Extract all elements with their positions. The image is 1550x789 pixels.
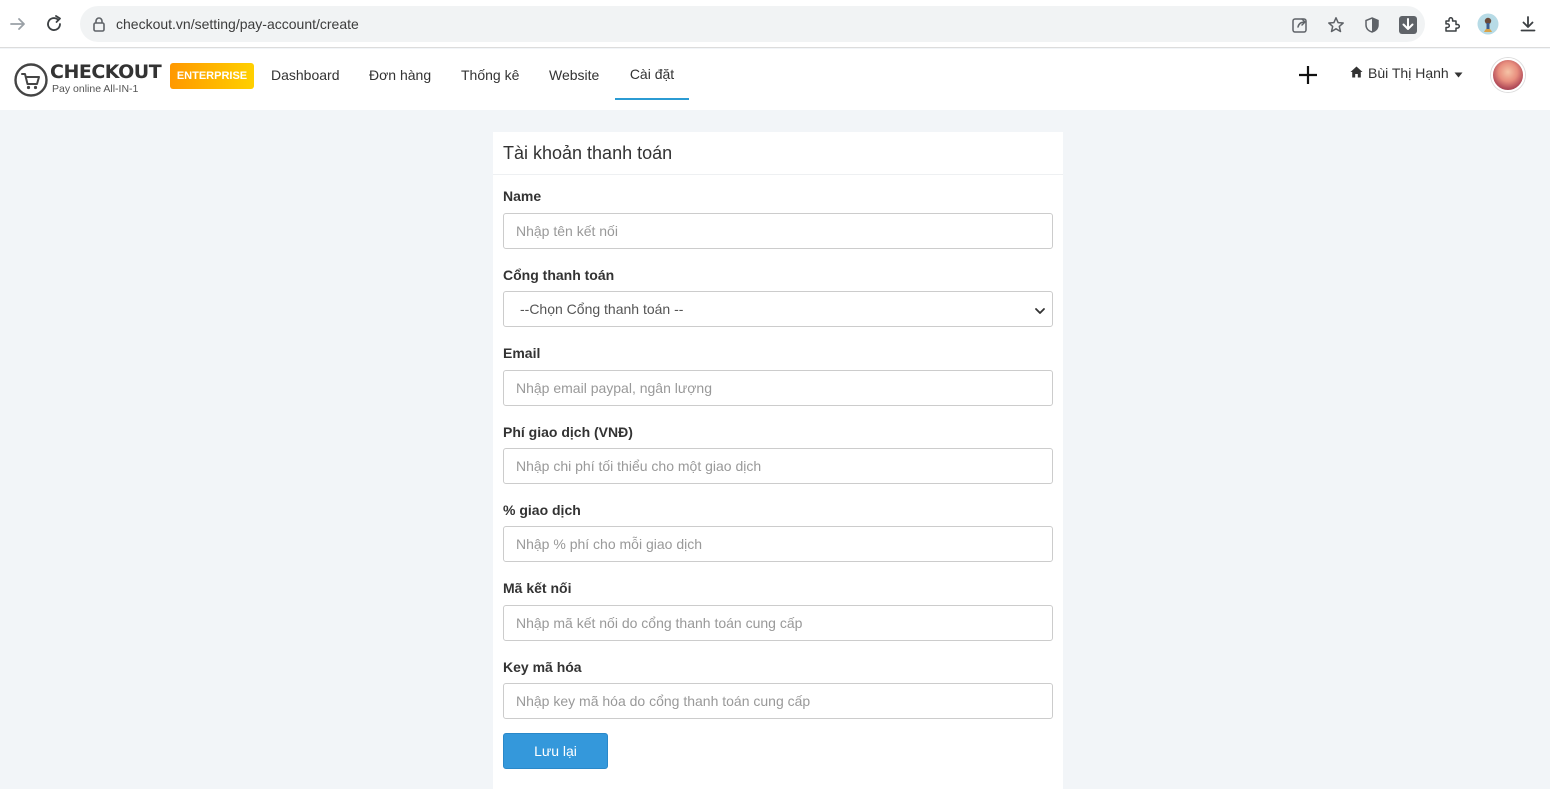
star-icon[interactable] [1326, 15, 1346, 35]
checkout-logo[interactable]: CHECKOUT Pay online All-IN-1 [14, 61, 162, 99]
code-label: Mã kết nối [503, 580, 572, 596]
logo-brand: CHECKOUT [50, 61, 162, 83]
nav-cai-dat[interactable]: Cài đặt [615, 49, 689, 100]
puzzle-icon[interactable] [1440, 12, 1464, 36]
address-url[interactable]: checkout.vn/setting/pay-account/create [116, 16, 359, 32]
name-input[interactable] [503, 213, 1053, 249]
lock-icon[interactable] [90, 15, 108, 33]
home-icon [1350, 65, 1363, 81]
reload-icon[interactable] [42, 12, 66, 36]
download-ext-icon[interactable] [1398, 15, 1418, 35]
app-header: CHECKOUT Pay online All-IN-1 ENTERPRISE … [0, 49, 1550, 110]
card-title: Tài khoản thanh toán [503, 143, 673, 163]
nav-don-hang[interactable]: Đơn hàng [369, 49, 431, 100]
logo-tagline: Pay online All-IN-1 [52, 83, 139, 95]
fee-label: Phí giao dịch (VNĐ) [503, 424, 633, 440]
pay-account-card: Tài khoản thanh toán Name Cổng thanh toá… [493, 132, 1063, 789]
browser-toolbar: checkout.vn/setting/pay-account/create [0, 0, 1550, 48]
add-icon[interactable] [1297, 64, 1319, 86]
name-label: Name [503, 188, 542, 204]
user-menu[interactable]: Bùi Thị Hạnh [1350, 65, 1463, 81]
gateway-selected: --Chọn Cổng thanh toán -- [520, 301, 684, 317]
caret-down-icon [1454, 65, 1463, 81]
key-input[interactable] [503, 683, 1053, 719]
gateway-label: Cổng thanh toán [503, 267, 615, 283]
percent-label: % giao dịch [503, 502, 581, 518]
save-button[interactable]: Lưu lại [503, 733, 608, 769]
avatar[interactable] [1491, 58, 1525, 92]
nav-thong-ke[interactable]: Thống kê [461, 49, 519, 100]
nav-website[interactable]: Website [549, 49, 599, 100]
chevron-down-icon [1034, 304, 1046, 316]
key-label: Key mã hóa [503, 659, 582, 675]
cart-icon [14, 63, 48, 97]
code-input[interactable] [503, 605, 1053, 641]
fee-input[interactable] [503, 448, 1053, 484]
email-input[interactable] [503, 370, 1053, 406]
user-name: Bùi Thị Hạnh [1368, 65, 1449, 81]
gateway-select[interactable]: --Chọn Cổng thanh toán -- [503, 291, 1053, 327]
percent-input[interactable] [503, 526, 1053, 562]
forward-icon[interactable] [6, 12, 30, 36]
enterprise-badge: ENTERPRISE [170, 63, 254, 89]
address-bar[interactable]: checkout.vn/setting/pay-account/create [80, 6, 1425, 42]
card-header: Tài khoản thanh toán [493, 132, 1063, 175]
download-icon[interactable] [1516, 12, 1540, 36]
nav-dashboard[interactable]: Dashboard [271, 49, 340, 100]
email-label: Email [503, 345, 541, 361]
shield-icon[interactable] [1362, 15, 1382, 35]
profile-icon[interactable] [1476, 12, 1500, 36]
share-icon[interactable] [1290, 15, 1310, 35]
